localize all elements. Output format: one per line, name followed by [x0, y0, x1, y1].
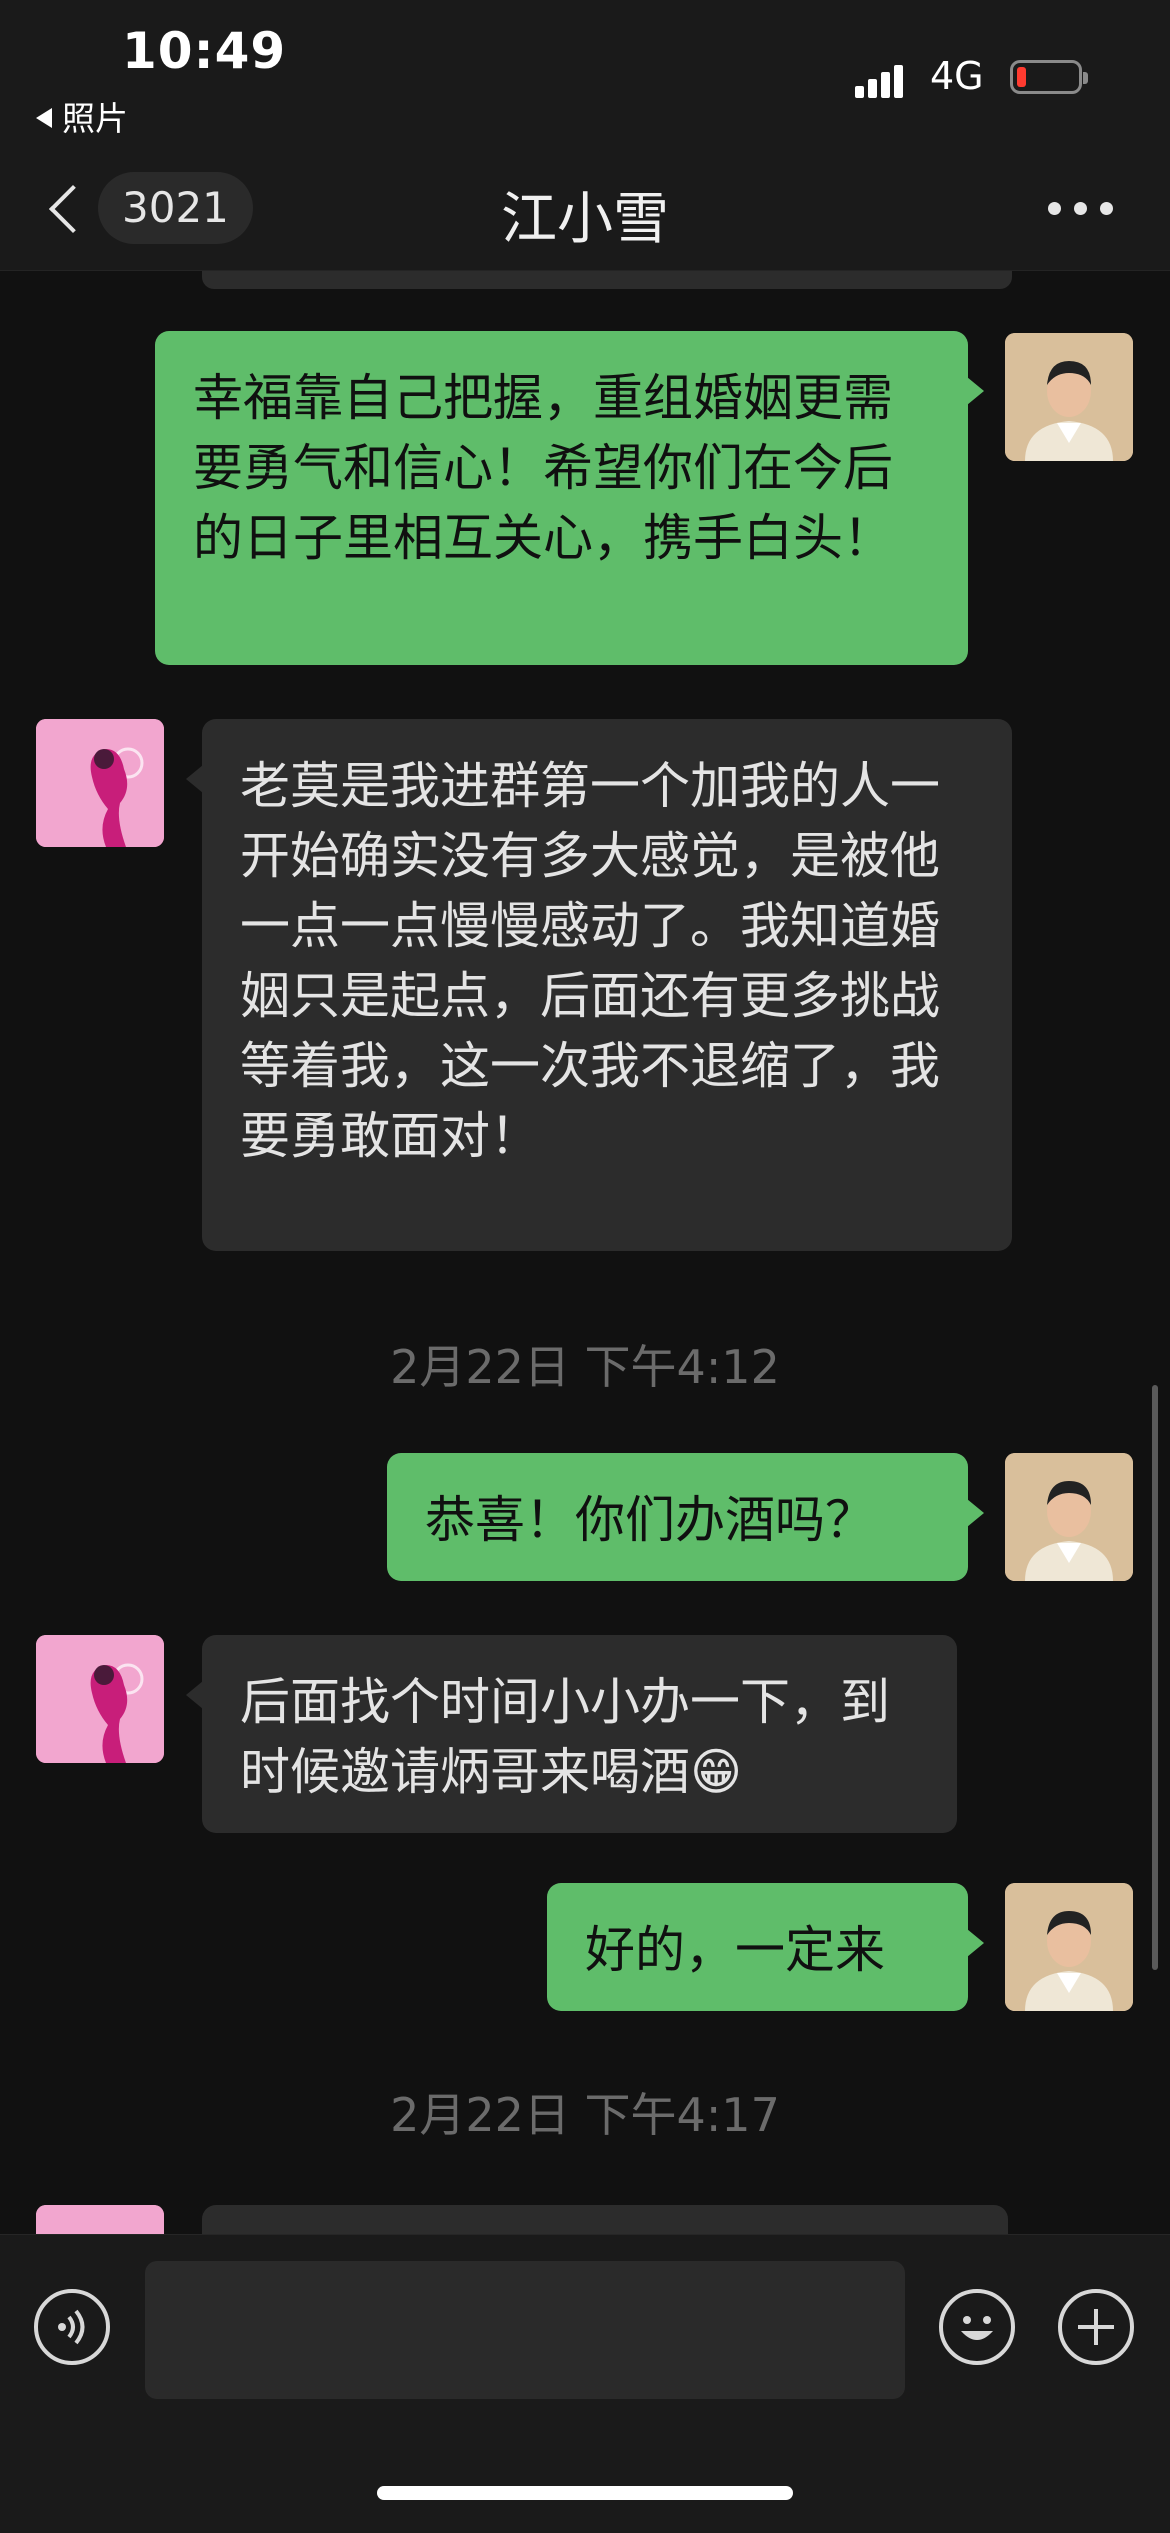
profile-illustration-icon [36, 719, 164, 847]
plus-glyph [1078, 2309, 1114, 2345]
timestamp: 2月22日 下午4:17 [390, 2088, 780, 2142]
person-icon [1005, 1883, 1133, 2011]
smiley-face-glyph [961, 2316, 993, 2340]
back-to-app-link[interactable]: 照片 [36, 92, 128, 140]
sent-message-bubble[interactable]: 恭喜！你们办酒吗？ [387, 1453, 984, 1581]
received-message-bubble[interactable]: 后面找个时间小小办一下，到时候邀请炳哥来喝酒😁 [186, 1635, 957, 1833]
sent-message-bubble[interactable]: 幸福靠自己把握，重组婚姻更需要勇气和信心！希望你们在今后的日子里相互关心，携手白… [155, 331, 984, 665]
profile-illustration-icon [36, 2205, 164, 2234]
voice-wave-glyph [58, 2309, 85, 2345]
chat-header: 3021 江小雪 [0, 150, 1170, 271]
back-to-app-label: 照片 [62, 99, 128, 138]
plus-icon[interactable] [1058, 2289, 1134, 2365]
chat-scrollbar[interactable] [1152, 1385, 1158, 1970]
message-input[interactable] [145, 2261, 905, 2399]
received-message-bubble-partial[interactable] [202, 2205, 1008, 2234]
smiley-icon[interactable] [939, 2289, 1015, 2365]
contact-avatar[interactable] [36, 1635, 164, 1763]
timestamp: 2月22日 下午4:12 [390, 1340, 780, 1394]
my-avatar[interactable] [1005, 1453, 1133, 1581]
person-icon [1005, 1453, 1133, 1581]
contact-avatar[interactable] [36, 2205, 164, 2234]
battery-icon [1010, 60, 1088, 94]
contact-avatar[interactable] [36, 719, 164, 847]
ellipsis-icon[interactable] [1048, 202, 1114, 216]
person-icon [1005, 333, 1133, 461]
cellular-signal-icon [855, 60, 915, 98]
voice-icon[interactable] [34, 2289, 110, 2365]
network-type: 4G [930, 54, 984, 98]
previous-message-bubble [202, 271, 1012, 289]
my-avatar[interactable] [1005, 333, 1133, 461]
back-triangle-icon [36, 107, 52, 128]
message-list[interactable]: 幸福靠自己把握，重组婚姻更需要勇气和信心！希望你们在今后的日子里相互关心，携手白… [0, 271, 1170, 2234]
status-time: 10:49 [122, 22, 287, 80]
my-avatar[interactable] [1005, 1883, 1133, 2011]
status-bar: 10:49 照片 4G [0, 0, 1170, 150]
sent-message-bubble[interactable]: 好的，一定来 [547, 1883, 984, 2011]
chat-title: 江小雪 [501, 187, 669, 252]
home-indicator[interactable] [377, 2486, 793, 2500]
received-message-bubble[interactable]: 老莫是我进群第一个加我的人一开始确实没有多大感觉，是被他一点一点慢慢感动了。我知… [186, 719, 1012, 1251]
profile-illustration-icon [36, 1635, 164, 1763]
